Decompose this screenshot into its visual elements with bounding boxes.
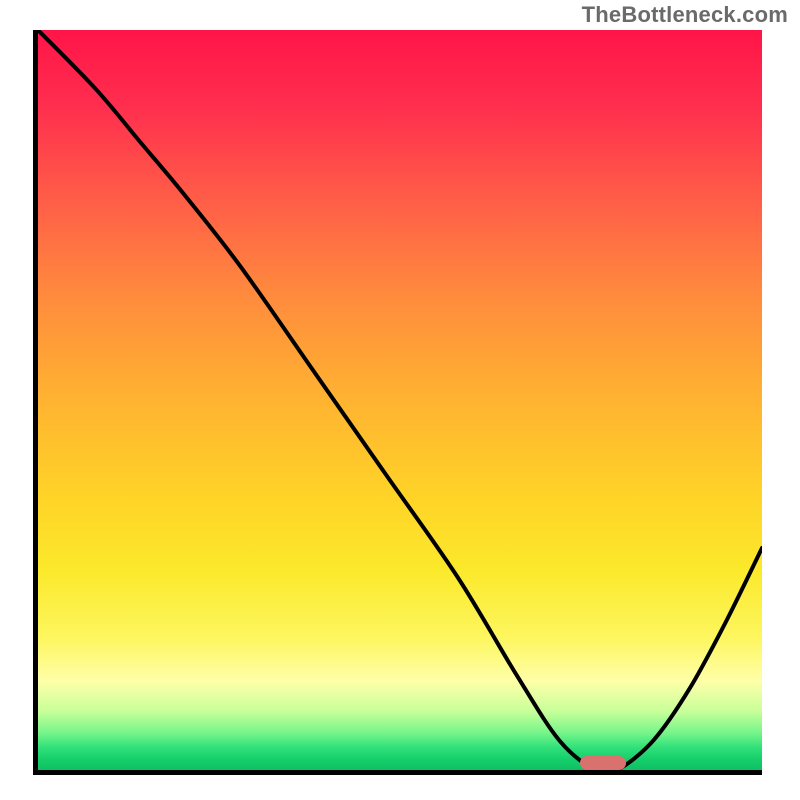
chart-canvas: TheBottleneck.com [0, 0, 800, 800]
x-axis-line [33, 770, 762, 775]
y-axis-line [33, 30, 38, 775]
bottleneck-curve [38, 30, 762, 770]
optimal-point-marker [580, 756, 626, 770]
watermark-text: TheBottleneck.com [582, 2, 788, 28]
